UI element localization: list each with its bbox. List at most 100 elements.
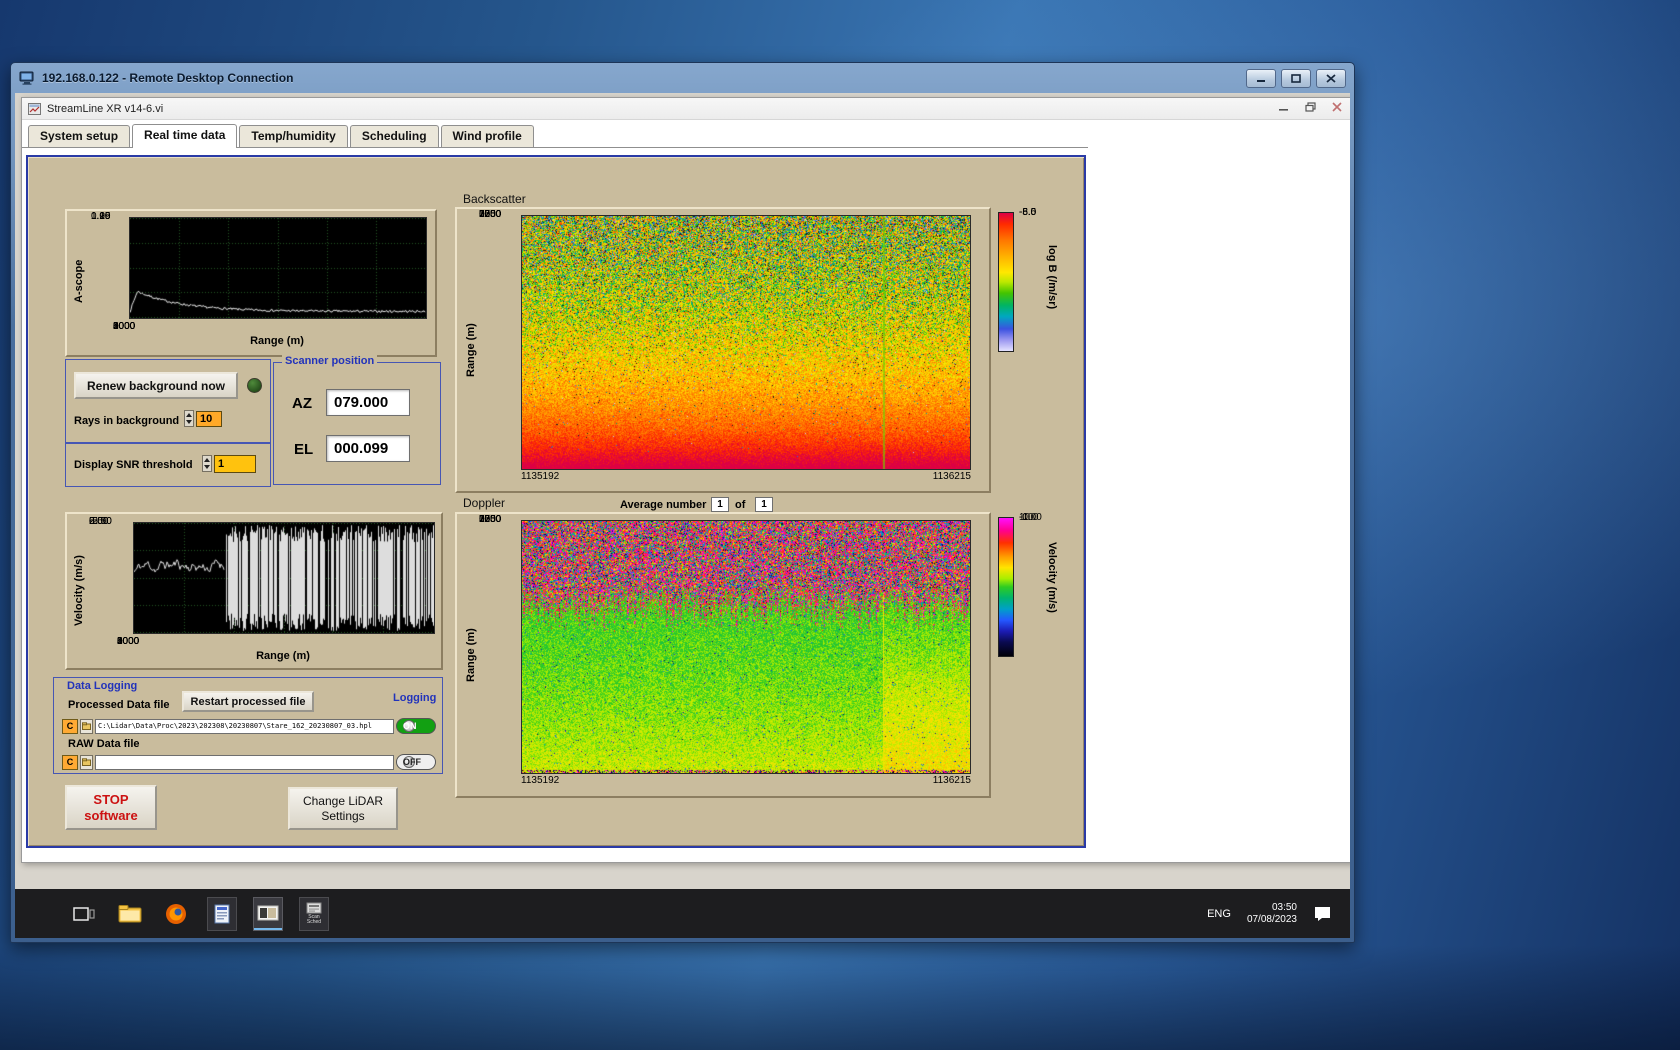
velocity-y-axis-label: Velocity (m/s)	[73, 555, 85, 626]
stop-line1: STOP	[93, 792, 128, 808]
tick-label: 6000	[113, 321, 135, 332]
ascope-y-axis-label: A-scope	[73, 260, 85, 303]
processed-drive-selector[interactable]: C	[62, 719, 78, 734]
backscatter-x-end: 1136215	[933, 471, 971, 482]
taskbar: ScanSched ENG 03:50 07/08/2023	[15, 889, 1350, 938]
snr-threshold-label: Display SNR threshold	[74, 459, 193, 471]
doppler-x-end: 1136215	[933, 775, 971, 786]
tick-label: -8.0	[1019, 208, 1036, 218]
ascope-plot	[129, 217, 427, 319]
tab-bar: System setup Real time data Temp/humidit…	[22, 120, 1088, 148]
az-value-field[interactable]: 079.000	[326, 389, 410, 416]
backscatter-title: Backscatter	[463, 192, 526, 206]
app-restore-button[interactable]	[1305, 102, 1316, 115]
action-center-icon[interactable]	[1313, 905, 1332, 922]
doppler-x-ticks: 1135192 1136215	[521, 775, 971, 786]
change-settings-line2: Settings	[321, 809, 364, 824]
el-label: EL	[294, 441, 313, 458]
file-explorer-icon[interactable]	[115, 897, 145, 931]
firefox-icon[interactable]	[161, 897, 191, 931]
doppler-title: Doppler	[463, 496, 505, 510]
backscatter-colorbar-label: log B (/m/sr)	[1046, 245, 1058, 309]
rdp-minimize-button[interactable]	[1246, 69, 1276, 88]
snr-value-field[interactable]: 1	[214, 455, 256, 473]
change-settings-line1: Change LiDAR	[303, 794, 383, 809]
rdp-titlebar[interactable]: 192.168.0.122 - Remote Desktop Connectio…	[11, 63, 1354, 93]
tick-label: -5.00	[89, 517, 112, 527]
task-view-icon[interactable]	[69, 897, 99, 931]
scanner-position-title: Scanner position	[282, 355, 377, 367]
app-titlebar[interactable]: StreamLine XR v14-6.vi	[22, 98, 1350, 120]
ascope-y-ticks: 1.201.151.101.050.99	[91, 212, 125, 322]
rdp-close-button[interactable]	[1316, 69, 1346, 88]
processed-browse-icon[interactable]	[80, 719, 93, 734]
restart-processed-file-label: Restart processed file	[191, 696, 306, 708]
rdp-title: 192.168.0.122 - Remote Desktop Connectio…	[42, 71, 293, 85]
doppler-y-axis-label: Range (m)	[465, 628, 477, 682]
data-logging-box: Data Logging Processed Data file Restart…	[53, 677, 443, 774]
backscatter-colorbar	[998, 212, 1014, 352]
processed-logging-toggle[interactable]: ON	[396, 718, 436, 734]
backscatter-y-ticks: 3000275025002250200017501500125010007505…	[479, 210, 517, 474]
background-control-box: Renew background now Rays in background …	[65, 359, 271, 443]
az-label: AZ	[292, 395, 312, 412]
average-number-field[interactable]: 1	[711, 497, 729, 512]
renew-background-label: Renew background now	[87, 379, 225, 393]
raw-path-field[interactable]	[95, 755, 394, 770]
stop-software-button[interactable]: STOP software	[65, 785, 157, 830]
app-title: StreamLine XR v14-6.vi	[47, 103, 163, 115]
raw-drive-selector[interactable]: C	[62, 755, 78, 770]
clock-time: 03:50	[1247, 902, 1297, 914]
velocity-y-ticks: 5.002.500.00-2.50-5.00	[89, 517, 129, 637]
rays-value-field[interactable]: 10	[196, 411, 222, 427]
average-total-field[interactable]: 1	[755, 497, 773, 512]
rdp-window: 192.168.0.122 - Remote Desktop Connectio…	[10, 62, 1355, 943]
doppler-heatmap	[521, 520, 971, 774]
processed-path-row: C C:\Lidar\Data\Proc\2023\202308\2023080…	[62, 718, 436, 734]
scanner-position-box: Scanner position AZ 079.000 EL 000.099	[273, 362, 441, 485]
tab-real-time-data[interactable]: Real time data	[132, 124, 237, 148]
app-close-button[interactable]	[1332, 102, 1342, 115]
tab-scheduling[interactable]: Scheduling	[350, 125, 439, 147]
tab-system-setup[interactable]: System setup	[28, 125, 130, 147]
raw-data-file-label: RAW Data file	[68, 738, 140, 750]
document-app-icon[interactable]	[207, 897, 237, 931]
tab-temp-humidity[interactable]: Temp/humidity	[239, 125, 347, 147]
raw-logging-state: OFF	[403, 757, 421, 767]
app-client: A-scope 1.201.151.101.050.99 01000200030…	[22, 149, 1350, 862]
el-value-field[interactable]: 000.099	[326, 435, 410, 462]
doppler-colorbar	[998, 517, 1014, 657]
remote-desktop: StreamLine XR v14-6.vi System setup Real…	[15, 93, 1350, 938]
restart-processed-file-button[interactable]: Restart processed file	[182, 691, 314, 712]
app-icon	[28, 103, 41, 115]
doppler-x-start: 1135192	[521, 775, 559, 786]
taskbar-clock[interactable]: 03:50 07/08/2023	[1247, 902, 1297, 926]
tick-label: 0	[479, 515, 485, 525]
background-led-indicator	[247, 378, 262, 393]
raw-browse-icon[interactable]	[80, 755, 93, 770]
velocity-x-axis-label: Range (m)	[133, 650, 433, 662]
average-of-label: of	[735, 499, 745, 511]
tick-label: 0.99	[91, 212, 110, 222]
change-lidar-settings-button[interactable]: Change LiDAR Settings	[288, 787, 398, 830]
processed-logging-state: ON	[403, 721, 417, 731]
snr-spinner[interactable]	[202, 455, 212, 472]
language-indicator[interactable]: ENG	[1207, 908, 1231, 920]
desktop-wallpaper: 192.168.0.122 - Remote Desktop Connectio…	[0, 0, 1680, 1050]
app-window: StreamLine XR v14-6.vi System setup Real…	[21, 97, 1350, 863]
app-minimize-button[interactable]	[1278, 103, 1289, 115]
rdp-maximize-button[interactable]	[1281, 69, 1311, 88]
logging-label: Logging	[390, 692, 439, 704]
processed-path-field[interactable]: C:\Lidar\Data\Proc\2023\202308\20230807\…	[95, 719, 394, 734]
processed-data-file-label: Processed Data file	[68, 699, 170, 711]
rays-spinner[interactable]	[184, 410, 194, 427]
streamline-app-icon[interactable]	[253, 897, 283, 931]
tab-wind-profile[interactable]: Wind profile	[441, 125, 534, 147]
backscatter-x-start: 1135192	[521, 471, 559, 482]
doppler-y-ticks: 3000275025002250200017501500125010007505…	[479, 515, 517, 778]
raw-logging-toggle[interactable]: OFF	[396, 754, 436, 770]
scan-scheduler-icon[interactable]: ScanSched	[299, 897, 329, 931]
renew-background-button[interactable]: Renew background now	[74, 372, 238, 399]
doppler-plot-group: Range (m) 300027502500225020001750150012…	[455, 512, 991, 798]
doppler-colorbar-label: Velocity (m/s)	[1046, 542, 1058, 613]
